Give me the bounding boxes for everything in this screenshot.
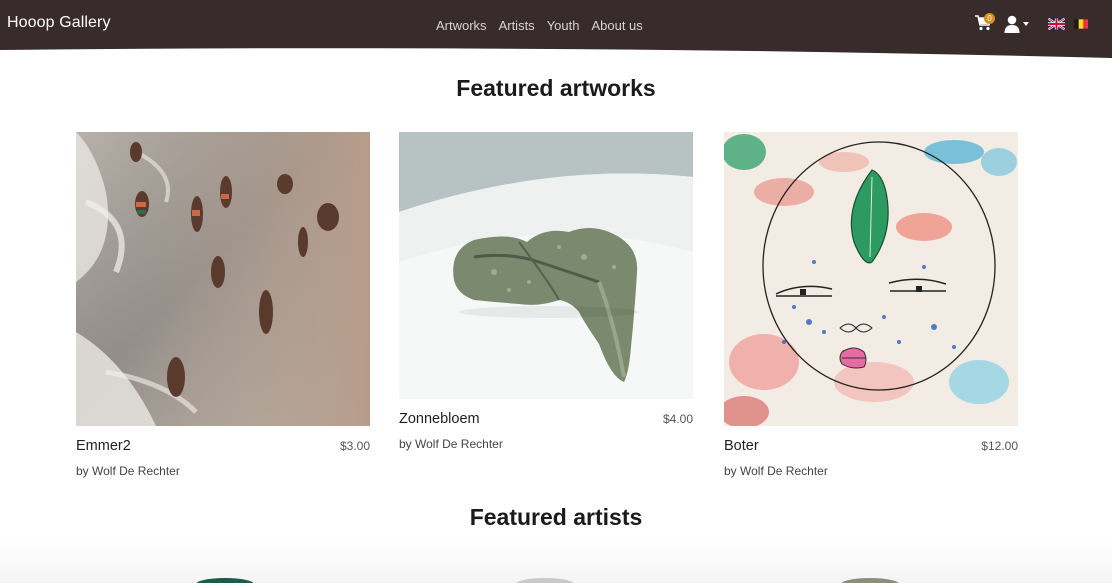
brand-logo[interactable]: Hooop Gallery (7, 14, 111, 32)
artwork-image[interactable] (399, 132, 693, 399)
nav-link-artworks[interactable]: Artworks (436, 18, 487, 33)
artwork-title[interactable]: Boter (724, 438, 759, 454)
featured-artists-heading: Featured artists (469, 504, 643, 530)
artwork-price: $12.00 (981, 439, 1018, 453)
top-navbar: Hooop Gallery Artworks Artists Youth Abo… (0, 0, 1112, 60)
artwork-image[interactable] (76, 132, 370, 426)
artwork-card[interactable]: Zonnebloem $4.00 by Wolf De Rechter (399, 132, 693, 451)
artwork-price: $4.00 (662, 412, 693, 426)
featured-artists-strip (0, 540, 1112, 583)
artwork-title[interactable]: Zonnebloem (399, 411, 480, 427)
flag-uk-icon[interactable] (1048, 18, 1065, 30)
artwork-image[interactable] (719, 132, 1018, 428)
artwork-meta: Boter $12.00 (724, 438, 1018, 454)
cart-count-badge: 0 (984, 13, 995, 24)
artwork-artist[interactable]: by Wolf De Rechter (724, 464, 1018, 478)
nav-link-artists[interactable]: Artists (499, 18, 535, 33)
artwork-card[interactable]: Boter $12.00 by Wolf De Rechter (719, 132, 1018, 478)
user-icon (1004, 15, 1020, 33)
artwork-card[interactable]: Emmer2 $3.00 by Wolf De Rechter (76, 132, 370, 478)
chevron-down-icon (1023, 22, 1029, 26)
artwork-meta: Zonnebloem $4.00 (399, 411, 693, 427)
nav-link-about-us[interactable]: About us (591, 18, 642, 33)
navbar-actions: 0 (974, 13, 1088, 34)
artwork-meta: Emmer2 $3.00 (76, 438, 370, 454)
cart-button[interactable]: 0 (974, 13, 995, 34)
user-menu-button[interactable] (1004, 15, 1032, 33)
nav-link-youth[interactable]: Youth (547, 18, 580, 33)
flag-belgium-icon[interactable] (1074, 18, 1088, 30)
featured-artworks-heading: Featured artworks (456, 75, 656, 101)
artwork-title[interactable]: Emmer2 (76, 438, 131, 454)
artwork-artist[interactable]: by Wolf De Rechter (399, 437, 693, 451)
artwork-price: $3.00 (339, 439, 370, 453)
artwork-artist[interactable]: by Wolf De Rechter (76, 464, 370, 478)
main-nav: Artworks Artists Youth About us (436, 18, 643, 33)
